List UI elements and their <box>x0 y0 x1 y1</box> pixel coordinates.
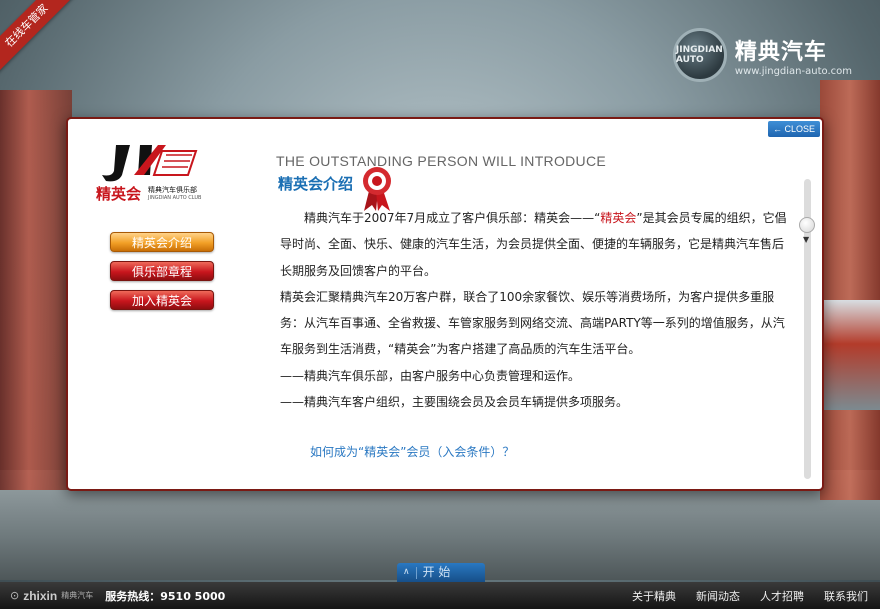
elite-club-logo-subtitle: 精典汽车俱乐部 <box>148 186 197 194</box>
background-wall-right <box>820 80 880 500</box>
service-hotline: 服务热线：9510 5000 <box>105 589 226 603</box>
steering-wheel-icon: ⊙ <box>10 589 20 602</box>
elite-club-logo-name: 精英会 <box>96 185 142 203</box>
footer-link-careers[interactable]: 人才招聘 <box>760 588 804 604</box>
footer-link-contact[interactable]: 联系我们 <box>824 588 868 604</box>
scrollbar-thumb[interactable] <box>799 217 815 233</box>
elite-club-logo-subtitle-en: JINGDIAN AUTO CLUB <box>148 195 202 201</box>
footer-logo: ⊙ zhixin 精典汽车 <box>10 589 93 603</box>
intro-modal: ← CLOSE 精英会 精典汽车俱乐部 JINGDIAN AUTO CLUB 精… <box>66 117 824 491</box>
heading-english: THE OUTSTANDING PERSON WILL INTRODUCE <box>276 153 607 169</box>
footer-bar: ⊙ zhixin 精典汽车 服务热线：9510 5000 关于精典 新闻动态 人… <box>0 582 880 609</box>
elite-club-logo-mark <box>102 145 198 182</box>
brand-header: JINGDIAN AUTO 精典汽车 www.jingdian-auto.com <box>672 28 852 82</box>
menu-item-intro[interactable]: 精英会介绍 <box>110 232 214 252</box>
start-label: 开 始 <box>422 565 451 579</box>
background-showroom-image <box>820 300 880 410</box>
intro-paragraph-4: ——精典汽车客户组织，主要围绕会员及会员车辆提供多项服务。 <box>280 395 629 410</box>
intro-paragraph-1: 精典汽车于2007年7月成立了客户俱乐部：精英会——“精英会”是其会员专属的组织… <box>280 211 787 278</box>
scroll-down-arrow-icon[interactable]: ▼ <box>803 235 809 244</box>
highlight-elite-club: 精英会 <box>600 211 637 225</box>
footer-links: 关于精典 新闻动态 人才招聘 联系我们 <box>632 582 868 609</box>
brand-name: 精典汽车 <box>734 39 827 65</box>
footer-logo-text: zhixin <box>23 588 58 603</box>
brand-url: www.jingdian-auto.com <box>734 65 852 77</box>
brand-logo-badge: JINGDIAN AUTO <box>672 28 727 82</box>
membership-conditions-link[interactable]: 如何成为“精英会”会员（入会条件）？ <box>310 443 514 460</box>
footer-link-about[interactable]: 关于精典 <box>632 588 676 604</box>
side-menu: 精英会介绍 俱乐部章程 加入精英会 <box>110 232 216 319</box>
heading-chinese: 精英会介绍 <box>278 175 354 193</box>
start-button[interactable]: ∧ 开 始 <box>397 563 485 582</box>
intro-paragraph-3: ——精典汽车俱乐部，由客户服务中心负责管理和运作。 <box>280 368 581 383</box>
close-button[interactable]: ← CLOSE <box>768 121 820 137</box>
footer-link-news[interactable]: 新闻动态 <box>696 588 740 604</box>
content-scrollbar[interactable]: ▼ <box>799 179 815 479</box>
intro-content: 精典汽车于2007年7月成立了客户俱乐部：精英会——“精英会”是其会员专属的组织… <box>280 205 794 415</box>
back-arrow-icon: ← <box>772 124 782 134</box>
footer-logo-sub: 精典汽车 <box>61 591 94 600</box>
online-car-butler-ribbon[interactable]: 在线车管家 <box>0 0 75 74</box>
elite-club-logo: 精英会 精典汽车俱乐部 JINGDIAN AUTO CLUB <box>96 141 216 203</box>
background-wall-left <box>0 90 72 490</box>
close-label: CLOSE <box>784 124 816 134</box>
menu-item-charter[interactable]: 俱乐部章程 <box>110 261 214 281</box>
chevron-up-icon: ∧ <box>403 567 410 577</box>
menu-item-join[interactable]: 加入精英会 <box>110 290 214 310</box>
intro-paragraph-2: 精英会汇聚精典汽车20万客户群，联合了100余家餐饮、娱乐等消费场所，为客户提供… <box>280 289 785 357</box>
